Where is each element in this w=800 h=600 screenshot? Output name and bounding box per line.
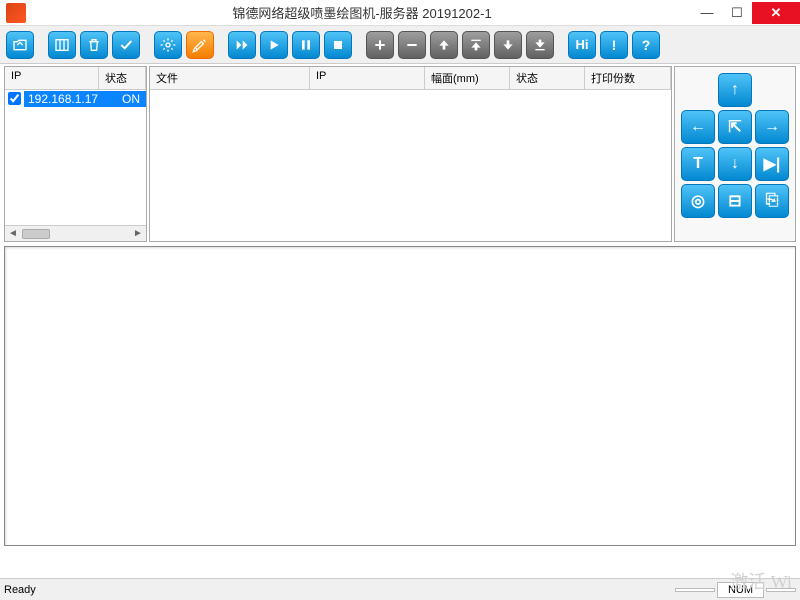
- app-logo: [6, 3, 26, 23]
- ip-list-header: IP 状态: [5, 67, 146, 90]
- status-cell-1: [675, 588, 715, 592]
- maximize-button[interactable]: ☐: [722, 2, 752, 24]
- hi-button[interactable]: Hi: [568, 31, 596, 59]
- nav-target-button[interactable]: ◎: [681, 184, 715, 218]
- col-status2[interactable]: 状态: [510, 67, 585, 89]
- preview-pane: [4, 246, 796, 546]
- plus-button[interactable]: [366, 31, 394, 59]
- titlebar: 锦德网络超级喷墨绘图机-服务器 20191202-1 — ☐ ✕: [0, 0, 800, 26]
- window-title: 锦德网络超级喷墨绘图机-服务器 20191202-1: [32, 3, 692, 22]
- status-num: NUM: [717, 582, 764, 598]
- nav-pane: ↑ ← ⇱ → T ↓ ▶| ◎ ⊟ ⎘: [674, 66, 796, 242]
- settings-button[interactable]: [154, 31, 182, 59]
- nav-grid: ↑ ← ⇱ → T ↓ ▶| ◎ ⊟ ⎘: [681, 73, 789, 218]
- arrow-down-button[interactable]: [494, 31, 522, 59]
- status-cell-3: [766, 588, 796, 592]
- nav-center-button[interactable]: ⇱: [718, 110, 752, 144]
- col-copies[interactable]: 打印份数: [585, 67, 671, 89]
- ip-list-body: 192.168.1.17 ON: [5, 90, 146, 225]
- col-file[interactable]: 文件: [150, 67, 310, 89]
- arrow-top-button[interactable]: [462, 31, 490, 59]
- help-button[interactable]: ?: [632, 31, 660, 59]
- check-button[interactable]: [112, 31, 140, 59]
- close-button[interactable]: ✕: [752, 2, 800, 24]
- col-width[interactable]: 幅面(mm): [425, 67, 510, 89]
- stop-button[interactable]: [324, 31, 352, 59]
- status-ready: Ready: [4, 584, 673, 596]
- ip-scrollbar[interactable]: ◄ ►: [5, 225, 146, 241]
- minimize-button[interactable]: —: [692, 2, 722, 24]
- nav-next-button[interactable]: ▶|: [755, 147, 789, 181]
- info-button[interactable]: !: [600, 31, 628, 59]
- nav-doc-button[interactable]: ⎘: [755, 184, 789, 218]
- ip-checkbox[interactable]: [8, 92, 21, 105]
- minus-button[interactable]: [398, 31, 426, 59]
- ip-row[interactable]: 192.168.1.17 ON: [5, 90, 146, 107]
- play-button[interactable]: [260, 31, 288, 59]
- window-buttons: — ☐ ✕: [692, 2, 800, 24]
- ip-status: ON: [116, 91, 146, 107]
- middle-row: IP 状态 192.168.1.17 ON ◄ ► 文件 IP 幅面(mm) 状…: [0, 64, 800, 244]
- tools-button[interactable]: [186, 31, 214, 59]
- col-ip[interactable]: IP: [5, 67, 99, 89]
- fastforward-button[interactable]: [228, 31, 256, 59]
- statusbar: Ready NUM: [0, 578, 800, 600]
- scroll-thumb[interactable]: [22, 229, 50, 239]
- arrow-up-button[interactable]: [430, 31, 458, 59]
- col-status[interactable]: 状态: [99, 67, 146, 89]
- nav-up-button[interactable]: ↑: [718, 73, 752, 107]
- delete-button[interactable]: [80, 31, 108, 59]
- pause-button[interactable]: [292, 31, 320, 59]
- col-ip2[interactable]: IP: [310, 67, 425, 89]
- scroll-right-icon[interactable]: ►: [130, 228, 146, 239]
- arrow-bottom-button[interactable]: [526, 31, 554, 59]
- open-button[interactable]: [6, 31, 34, 59]
- ip-value: 192.168.1.17: [24, 91, 116, 107]
- nav-ruler-button[interactable]: ⊟: [718, 184, 752, 218]
- nav-t-button[interactable]: T: [681, 147, 715, 181]
- nav-right-button[interactable]: →: [755, 110, 789, 144]
- job-list-pane: 文件 IP 幅面(mm) 状态 打印份数: [149, 66, 672, 242]
- layout-button[interactable]: [48, 31, 76, 59]
- ip-list-pane: IP 状态 192.168.1.17 ON ◄ ►: [4, 66, 147, 242]
- job-list-header: 文件 IP 幅面(mm) 状态 打印份数: [150, 67, 671, 90]
- toolbar: Hi ! ?: [0, 26, 800, 64]
- nav-left-button[interactable]: ←: [681, 110, 715, 144]
- nav-down-button[interactable]: ↓: [718, 147, 752, 181]
- scroll-left-icon[interactable]: ◄: [5, 228, 21, 239]
